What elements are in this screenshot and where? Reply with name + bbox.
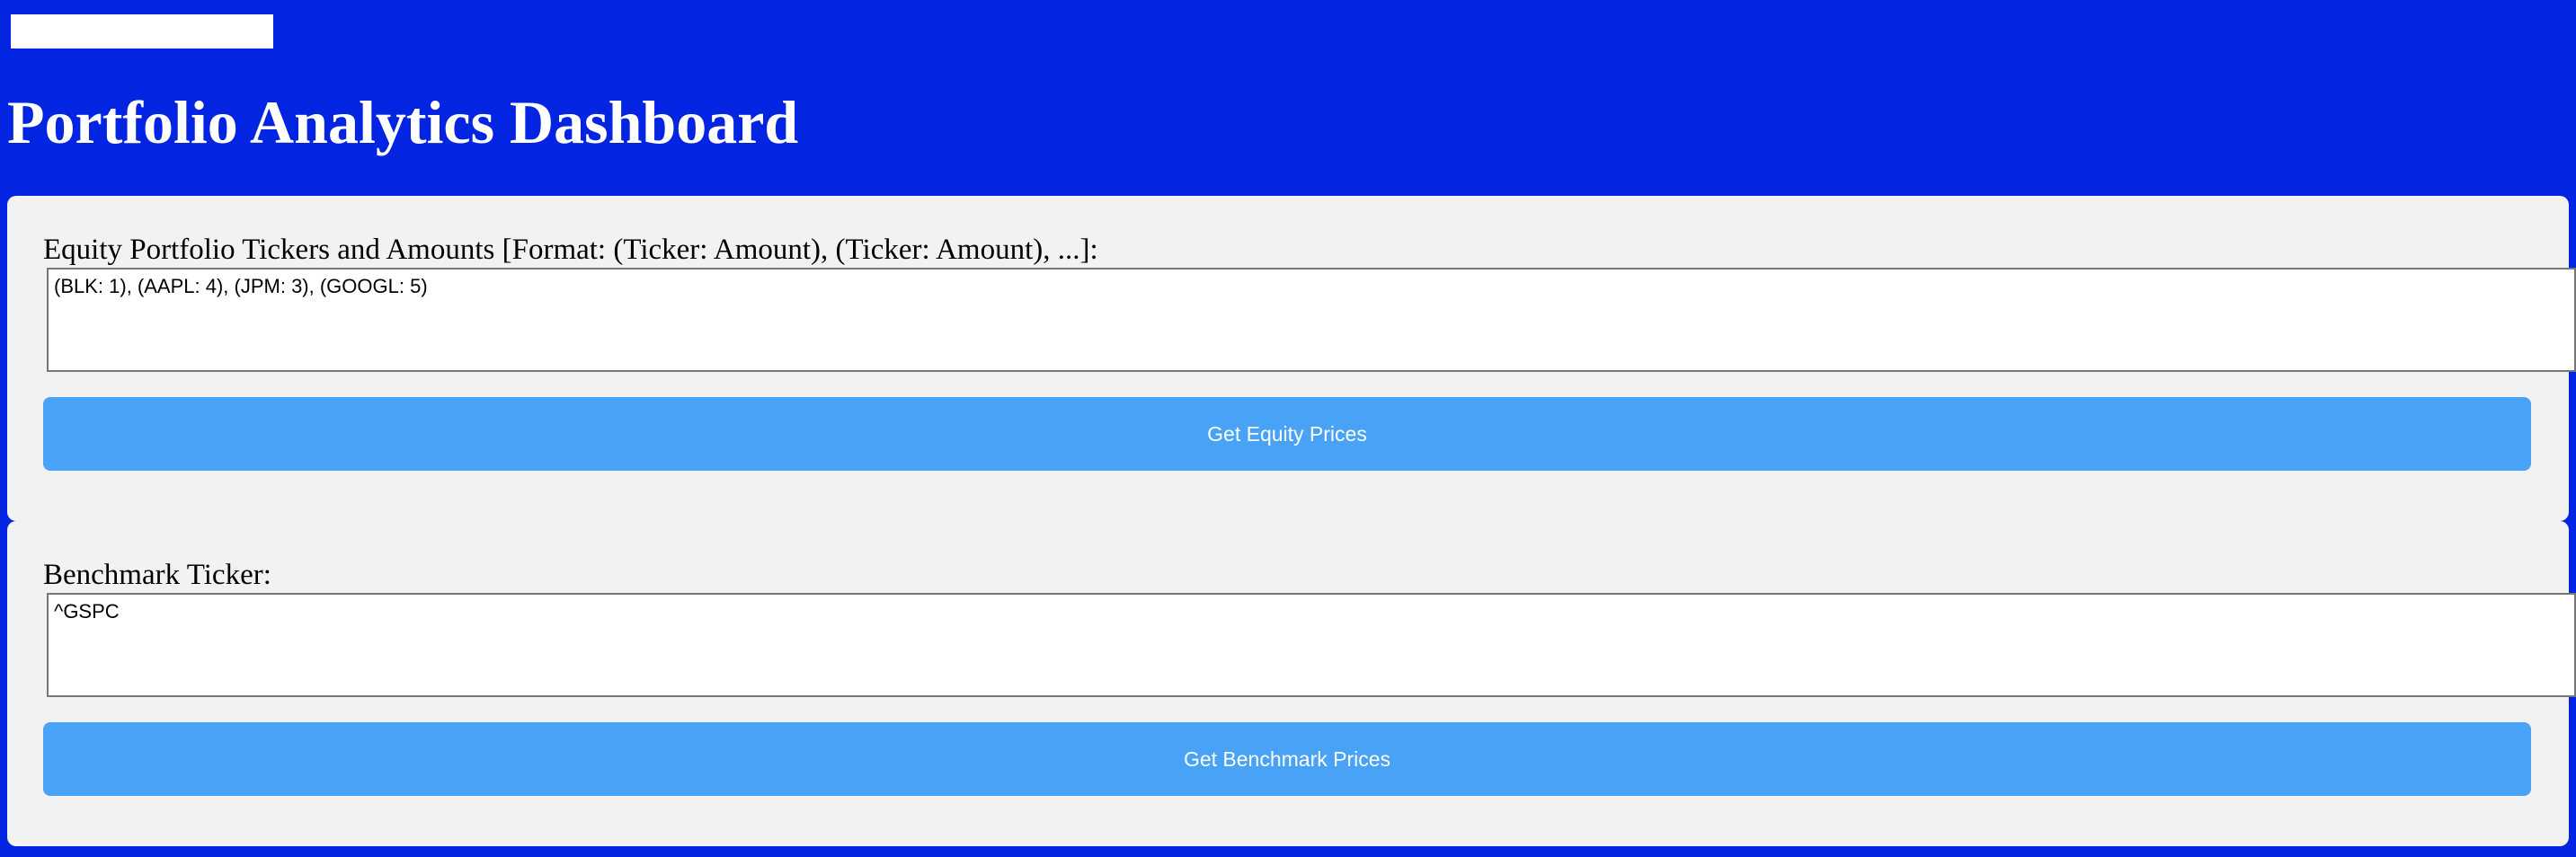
equity-panel: Equity Portfolio Tickers and Amounts [Fo…: [7, 196, 2576, 521]
top-text-input[interactable]: [11, 14, 273, 49]
benchmark-ticker-label: Benchmark Ticker:: [43, 559, 271, 591]
equity-tickers-label: Equity Portfolio Tickers and Amounts [Fo…: [43, 234, 1098, 266]
get-equity-prices-button[interactable]: Get Equity Prices: [43, 397, 2531, 471]
benchmark-ticker-input[interactable]: ^GSPC: [47, 593, 2576, 697]
equity-tickers-input[interactable]: (BLK: 1), (AAPL: 4), (JPM: 3), (GOOGL: 5…: [47, 268, 2576, 372]
page-title: Portfolio Analytics Dashboard: [7, 88, 799, 156]
benchmark-panel: Benchmark Ticker: ^GSPC Get Benchmark Pr…: [7, 521, 2576, 846]
get-benchmark-prices-button[interactable]: Get Benchmark Prices: [43, 722, 2531, 796]
